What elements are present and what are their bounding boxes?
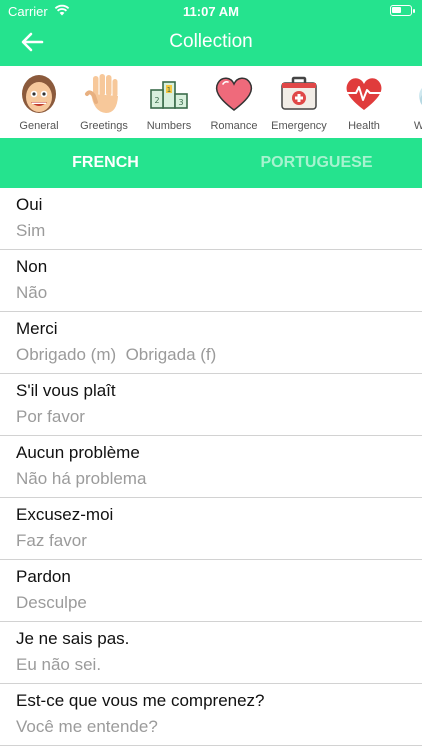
category-romance[interactable]: Romance xyxy=(201,70,267,134)
category-label: Health xyxy=(348,120,380,132)
category-numbers[interactable]: 2 1 3 Numbers xyxy=(136,70,202,134)
phrase-portuguese: Não xyxy=(16,283,48,302)
phrase-french: Je ne sais pas. xyxy=(16,629,130,648)
phrase-row[interactable]: Non Não xyxy=(0,250,422,312)
phrase-list: Oui Sim Non Não Merci Obrigado (m) Obrig… xyxy=(0,188,422,746)
status-bar: Carrier 11:07 AM xyxy=(0,0,422,22)
phrase-row[interactable]: Je ne sais pas. Eu não sei. xyxy=(0,622,422,684)
phrase-portuguese: Você me entende? xyxy=(16,717,158,736)
heart-icon xyxy=(215,77,253,111)
podium-icon: 2 1 3 xyxy=(150,81,188,109)
phrase-french: Merci xyxy=(16,319,58,338)
phrase-row[interactable]: Oui Sim xyxy=(0,188,422,250)
phrase-french: Aucun problème xyxy=(16,443,140,462)
category-label: Romance xyxy=(210,120,258,132)
page-title: Collection xyxy=(169,31,253,52)
phrase-french: Non xyxy=(16,257,48,276)
battery-icon xyxy=(390,5,415,16)
tab-portuguese[interactable]: PORTUGUESE xyxy=(211,138,422,188)
category-label: Greetings xyxy=(80,120,128,132)
tab-french[interactable]: FRENCH xyxy=(0,138,211,188)
phrase-portuguese: Sim xyxy=(16,221,46,240)
face-icon xyxy=(22,75,56,113)
phrase-row[interactable]: Est-ce que vous me comprenez? Você me en… xyxy=(0,684,422,746)
category-greetings[interactable]: Greetings xyxy=(71,70,137,134)
clock: 11:07 AM xyxy=(183,4,239,19)
category-label: General xyxy=(19,120,59,132)
phrase-row[interactable]: Aucun problème Não há problema xyxy=(0,436,422,498)
phrase-portuguese: Faz favor xyxy=(16,531,87,550)
category-label: Numbers xyxy=(146,120,192,132)
svg-text:2: 2 xyxy=(154,96,159,105)
phrase-portuguese: Por favor xyxy=(16,407,85,426)
svg-text:1: 1 xyxy=(167,86,171,94)
phrase-row[interactable]: S'il vous plaît Por favor xyxy=(0,374,422,436)
phrase-french: Est-ce que vous me comprenez? xyxy=(16,691,265,710)
phrase-portuguese: Eu não sei. xyxy=(16,655,102,674)
category-label: We xyxy=(413,120,422,132)
phrase-row[interactable]: Excusez-moi Faz favor xyxy=(0,498,422,560)
phrase-french: S'il vous plaît xyxy=(16,381,116,400)
phrase-portuguese: Obrigado (m) Obrigada (f) xyxy=(16,345,217,364)
phrase-portuguese: Não há problema xyxy=(16,469,147,488)
language-tabs: FRENCH PORTUGUESE xyxy=(0,138,422,188)
category-emergency[interactable]: Emergency xyxy=(266,70,332,134)
category-label: Emergency xyxy=(271,120,327,132)
phrase-french: Oui xyxy=(16,195,43,214)
weather-icon xyxy=(419,88,422,105)
waving-hand-icon xyxy=(85,74,118,113)
category-weather[interactable]: We xyxy=(389,70,422,134)
phrase-french: Excusez-moi xyxy=(16,505,114,524)
phrase-row[interactable]: Pardon Desculpe xyxy=(0,560,422,622)
category-strip[interactable]: General Greetings 2 1 3 Numbers Romance … xyxy=(0,66,422,138)
phrase-french: Pardon xyxy=(16,567,71,586)
svg-text:3: 3 xyxy=(178,98,183,107)
app-header: Carrier 11:07 AM Collection xyxy=(0,0,422,66)
category-general[interactable]: General xyxy=(6,70,72,134)
phrase-row[interactable]: Merci Obrigado (m) Obrigada (f) xyxy=(0,312,422,374)
phrase-portuguese: Desculpe xyxy=(16,593,87,612)
category-health[interactable]: Health xyxy=(331,70,397,134)
first-aid-kit-icon xyxy=(281,76,317,110)
heartbeat-icon xyxy=(345,78,383,110)
